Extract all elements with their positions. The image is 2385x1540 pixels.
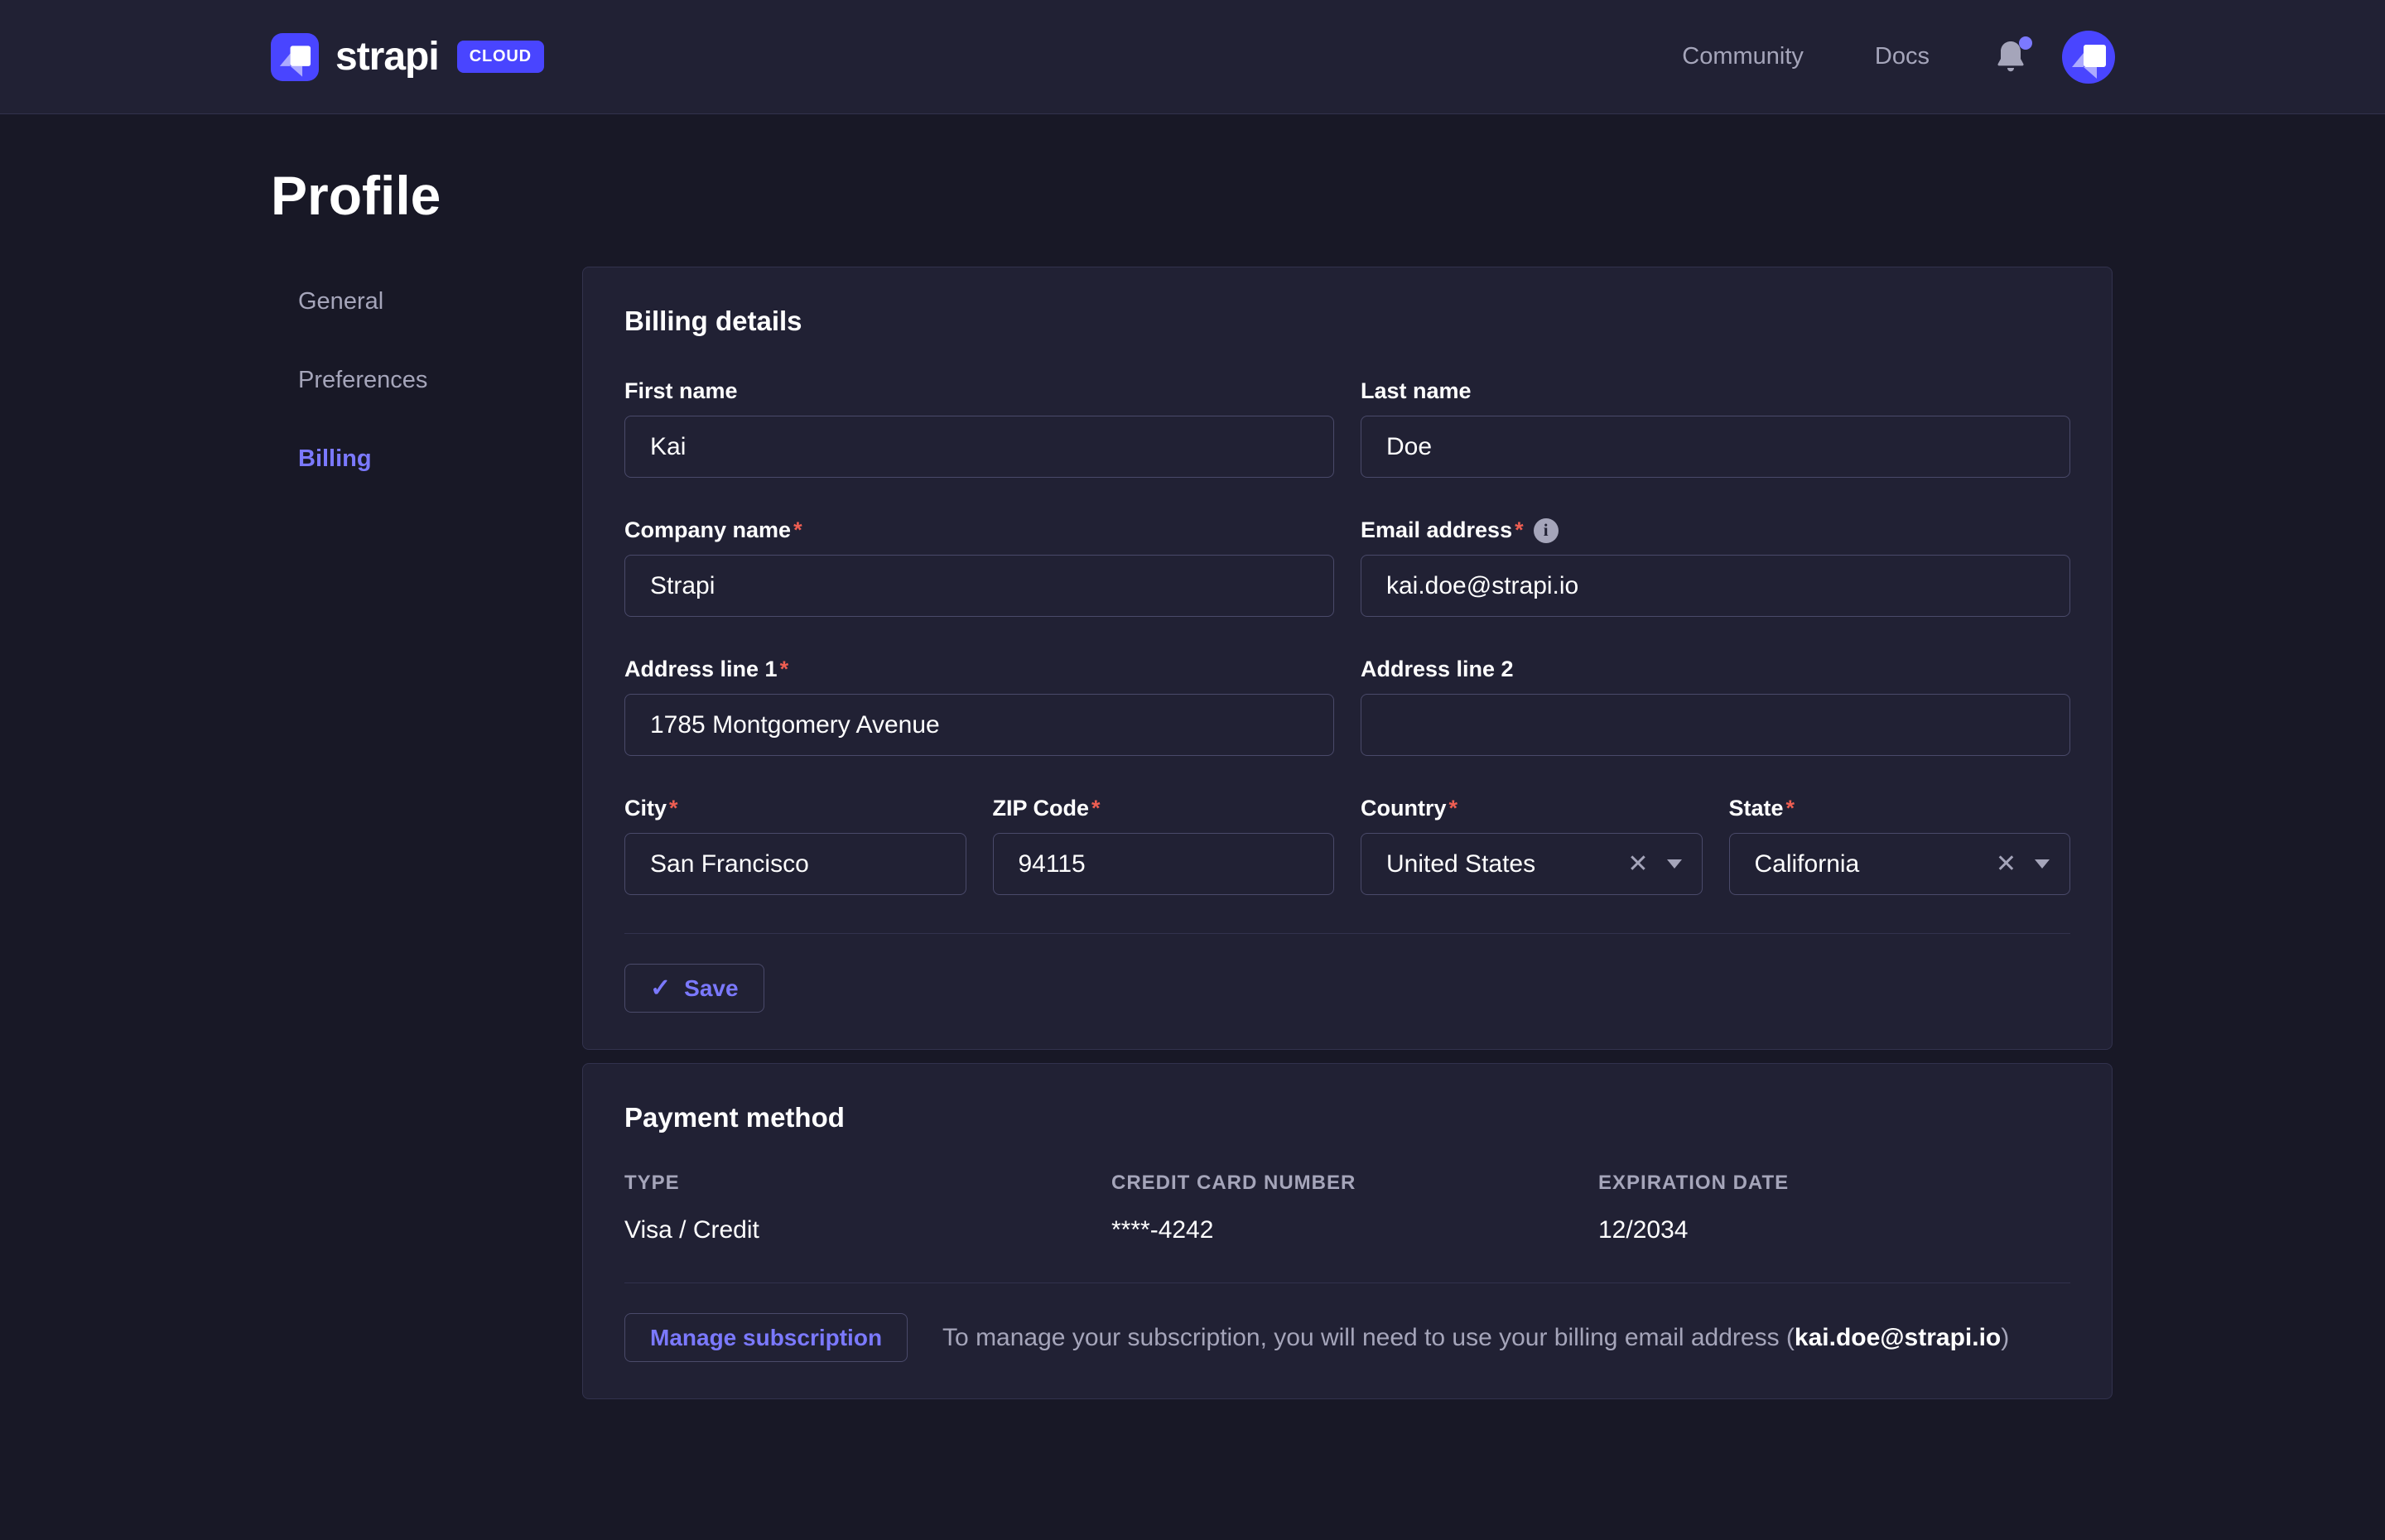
expiration-date-column: EXPIRATION DATE 12/2034 xyxy=(1598,1172,2085,1244)
required-asterisk: * xyxy=(1515,517,1524,543)
first-name-label: First name xyxy=(624,378,738,404)
payment-type-column: TYPE Visa / Credit xyxy=(624,1172,1111,1244)
state-label: State xyxy=(1729,796,1784,821)
credit-card-number-label: CREDIT CARD NUMBER xyxy=(1111,1172,1598,1195)
strapi-logo[interactable]: strapi CLOUD xyxy=(271,33,544,81)
check-icon: ✓ xyxy=(650,974,671,1003)
required-asterisk: * xyxy=(793,517,802,543)
address-line-2-input[interactable] xyxy=(1361,694,2070,756)
subscription-note: To manage your subscription, you will ne… xyxy=(942,1324,2009,1352)
payment-info-table: TYPE Visa / Credit CREDIT CARD NUMBER **… xyxy=(624,1172,2070,1244)
user-avatar[interactable] xyxy=(2062,31,2115,84)
field-city: City * xyxy=(624,796,966,895)
profile-sidebar: General Preferences Billing xyxy=(271,267,582,1399)
save-button-label: Save xyxy=(684,975,738,1002)
expiration-date-value: 12/2034 xyxy=(1598,1216,2085,1244)
billing-details-title: Billing details xyxy=(624,306,2070,337)
required-asterisk: * xyxy=(780,657,789,682)
field-address-line-1: Address line 1 * xyxy=(624,657,1334,756)
required-asterisk: * xyxy=(1786,796,1795,821)
company-name-label: Company name xyxy=(624,517,791,543)
first-name-input[interactable] xyxy=(624,416,1334,478)
state-select-value: California xyxy=(1755,850,1992,878)
credit-card-number-column: CREDIT CARD NUMBER ****-4242 xyxy=(1111,1172,1598,1244)
expiration-date-label: EXPIRATION DATE xyxy=(1598,1172,2085,1195)
brand-wordmark: strapi xyxy=(335,34,439,79)
note-suffix: ) xyxy=(2001,1324,2009,1351)
zip-code-input[interactable] xyxy=(993,833,1335,895)
payment-method-title: Payment method xyxy=(624,1102,2070,1133)
payment-type-label: TYPE xyxy=(624,1172,1111,1195)
page-title: Profile xyxy=(271,164,2115,227)
email-address-input[interactable] xyxy=(1361,555,2070,617)
country-select-value: United States xyxy=(1386,850,1624,878)
field-zip-code: ZIP Code * xyxy=(993,796,1335,895)
note-email: kai.doe@strapi.io xyxy=(1795,1324,2001,1351)
field-last-name: Last name xyxy=(1361,378,2070,478)
card-divider xyxy=(624,933,2070,934)
strapi-logo-icon xyxy=(271,33,319,81)
manage-subscription-button[interactable]: Manage subscription xyxy=(624,1313,908,1362)
notifications-bell-icon[interactable] xyxy=(1994,38,2027,76)
note-prefix: To manage your subscription, you will ne… xyxy=(942,1324,1795,1351)
last-name-input[interactable] xyxy=(1361,416,2070,478)
address-line-1-label: Address line 1 xyxy=(624,657,778,682)
sidebar-item-preferences[interactable]: Preferences xyxy=(298,367,582,394)
address-line-1-input[interactable] xyxy=(624,694,1334,756)
credit-card-number-value: ****-4242 xyxy=(1111,1216,1598,1244)
state-select[interactable]: California ✕ xyxy=(1729,833,2071,895)
city-input[interactable] xyxy=(624,833,966,895)
country-select[interactable]: United States ✕ xyxy=(1361,833,1703,895)
header-nav: Community Docs xyxy=(1682,43,1930,70)
field-state: State * California ✕ xyxy=(1729,796,2071,895)
country-label: Country xyxy=(1361,796,1447,821)
email-address-label: Email address xyxy=(1361,517,1512,543)
top-bar: strapi CLOUD Community Docs xyxy=(0,0,2385,114)
address-line-2-label: Address line 2 xyxy=(1361,657,1514,682)
clear-icon[interactable]: ✕ xyxy=(1624,849,1651,880)
billing-details-card: Billing details First name Last name xyxy=(582,267,2113,1050)
nav-link-docs[interactable]: Docs xyxy=(1875,43,1930,70)
last-name-label: Last name xyxy=(1361,378,1472,404)
clear-icon[interactable]: ✕ xyxy=(1992,849,2020,880)
required-asterisk: * xyxy=(1449,796,1458,821)
nav-link-community[interactable]: Community xyxy=(1682,43,1804,70)
sidebar-item-billing[interactable]: Billing xyxy=(298,445,582,473)
manage-subscription-label: Manage subscription xyxy=(650,1325,882,1351)
zip-code-label: ZIP Code xyxy=(993,796,1090,821)
save-button[interactable]: ✓ Save xyxy=(624,964,764,1013)
field-first-name: First name xyxy=(624,378,1334,478)
cloud-badge: CLOUD xyxy=(457,41,544,73)
company-name-input[interactable] xyxy=(624,555,1334,617)
required-asterisk: * xyxy=(669,796,678,821)
chevron-down-icon[interactable] xyxy=(2035,859,2050,869)
payment-method-card: Payment method TYPE Visa / Credit CREDIT… xyxy=(582,1063,2113,1399)
field-company-name: Company name * xyxy=(624,517,1334,617)
sidebar-item-general[interactable]: General xyxy=(298,288,582,315)
city-label: City xyxy=(624,796,667,821)
chevron-down-icon[interactable] xyxy=(1667,859,1682,869)
field-address-line-2: Address line 2 xyxy=(1361,657,2070,756)
notification-dot xyxy=(2019,36,2032,50)
field-country: Country * United States ✕ xyxy=(1361,796,1703,895)
required-asterisk: * xyxy=(1091,796,1101,821)
info-icon[interactable]: i xyxy=(1534,518,1559,543)
field-email-address: Email address * i xyxy=(1361,517,2070,617)
payment-type-value: Visa / Credit xyxy=(624,1216,1111,1244)
